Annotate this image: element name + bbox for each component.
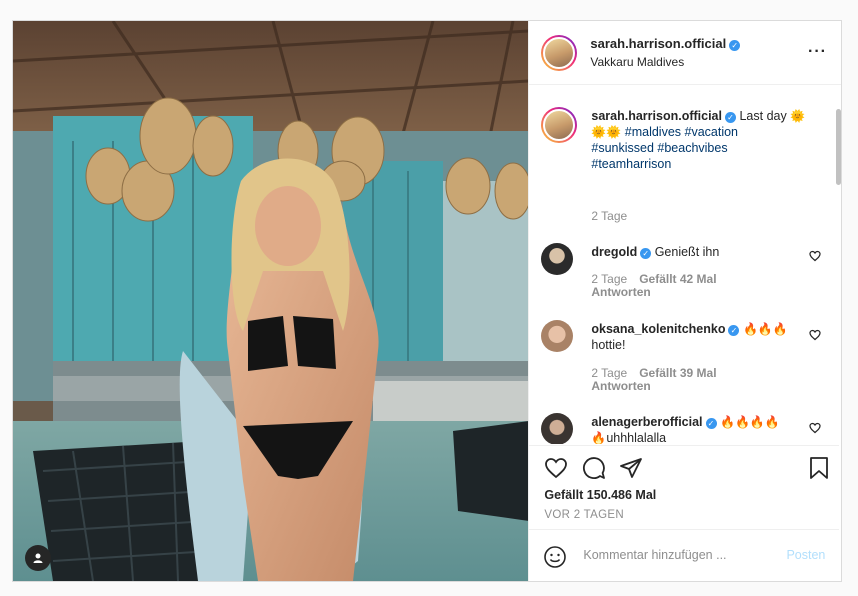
like-comment-heart-icon[interactable] bbox=[809, 250, 822, 262]
comment-avatar[interactable] bbox=[541, 243, 574, 275]
comment-username[interactable]: alenagerberofficial bbox=[591, 415, 702, 429]
comment-likes[interactable]: Gefällt 39 Mal bbox=[639, 366, 716, 380]
comment-item: dregold ✓ Genießt ihn 2 Tage Gefällt 42 Ma… bbox=[541, 243, 822, 303]
verified-badge-icon: ✓ bbox=[705, 418, 717, 429]
caption-age[interactable]: 2 Tage bbox=[591, 210, 627, 223]
likes-count[interactable]: Gefällt 150.486 Mal bbox=[544, 488, 656, 502]
comment-likes[interactable]: Gefällt 42 Mal bbox=[639, 272, 716, 286]
reply-button[interactable]: Antworten bbox=[591, 379, 650, 393]
caption-author-avatar[interactable] bbox=[541, 107, 578, 143]
post-header: sarah.harrison.official ✓ Vakkaru Maldive… bbox=[529, 21, 841, 85]
comment-age[interactable]: 2 Tage bbox=[591, 272, 627, 286]
comments-scrollbar[interactable] bbox=[836, 109, 841, 185]
comment-form: Kommentar hinzufügen ... Posten bbox=[529, 529, 840, 581]
heart-icon[interactable] bbox=[544, 456, 568, 480]
comment-emojis: 🔥🔥🔥 bbox=[742, 322, 788, 336]
hashtags-2[interactable]: #sunkissed #beachvibes bbox=[591, 141, 727, 155]
comment-emoji: 🔥 bbox=[591, 431, 607, 444]
hashtags-3[interactable]: #teamharrison bbox=[591, 157, 671, 171]
post-side-panel: sarah.harrison.official ✓ Vakkaru Maldive… bbox=[528, 21, 841, 581]
comment-age[interactable]: 2 Tage bbox=[591, 366, 627, 380]
post-card: sarah.harrison.official ✓ Vakkaru Maldive… bbox=[12, 20, 842, 582]
verified-badge-icon: ✓ bbox=[728, 325, 740, 336]
share-icon[interactable] bbox=[619, 456, 643, 480]
emoji-icon[interactable] bbox=[543, 545, 567, 569]
post-date[interactable]: VOR 2 TAGEN bbox=[544, 509, 624, 521]
post-photo-illustration bbox=[13, 21, 529, 581]
caption-username[interactable]: sarah.harrison.official bbox=[591, 109, 722, 123]
like-comment-heart-icon[interactable] bbox=[809, 422, 822, 434]
bookmark-icon[interactable] bbox=[807, 456, 831, 480]
comment-emojis: 🔥🔥🔥🔥 bbox=[720, 415, 780, 429]
comment-text: Genießt ihn bbox=[654, 245, 720, 259]
comment-text: hottie! bbox=[591, 338, 626, 352]
caption: sarah.harrison.official ✓ Last day 🌞🌞🌞 #m… bbox=[541, 107, 821, 223]
comment-username[interactable]: oksana_kolenitchenko bbox=[591, 322, 725, 336]
post-comment-button[interactable]: Posten bbox=[786, 548, 825, 562]
verified-badge-icon: ✓ bbox=[640, 248, 652, 259]
author-username[interactable]: sarah.harrison.official bbox=[590, 36, 726, 51]
like-comment-heart-icon[interactable] bbox=[809, 329, 822, 341]
comment-item: alenagerberofficial ✓ 🔥🔥🔥🔥 🔥uhhhlalalla bbox=[541, 413, 822, 444]
post-photo[interactable] bbox=[13, 21, 529, 581]
comment-text: uhhhlalalla bbox=[606, 431, 667, 444]
user-tag-icon[interactable] bbox=[25, 545, 51, 571]
verified-badge-icon: ✓ bbox=[729, 40, 741, 51]
more-options-icon[interactable]: ··· bbox=[808, 43, 827, 61]
post-location[interactable]: Vakkaru Maldives bbox=[590, 54, 740, 70]
caption-body: Last day bbox=[739, 109, 787, 123]
comment-username[interactable]: dregold bbox=[591, 245, 637, 259]
comment-avatar[interactable] bbox=[541, 320, 574, 352]
reply-button[interactable]: Antworten bbox=[591, 285, 650, 299]
hashtags-1[interactable]: #maldives #vacation bbox=[625, 125, 738, 139]
author-avatar[interactable] bbox=[541, 34, 578, 71]
comment-icon[interactable] bbox=[582, 456, 606, 480]
comment-item: oksana_kolenitchenko ✓ 🔥🔥🔥 hottie! 2 Tage… bbox=[541, 320, 822, 393]
comment-avatar[interactable] bbox=[541, 413, 574, 444]
comments-list: sarah.harrison.official ✓ Last day 🌞🌞🌞 #m… bbox=[529, 86, 839, 444]
caption-text: sarah.harrison.official ✓ Last day 🌞🌞🌞 #m… bbox=[591, 108, 813, 172]
verified-badge-icon: ✓ bbox=[724, 112, 736, 123]
comment-input[interactable]: Kommentar hinzufügen ... bbox=[583, 548, 726, 562]
